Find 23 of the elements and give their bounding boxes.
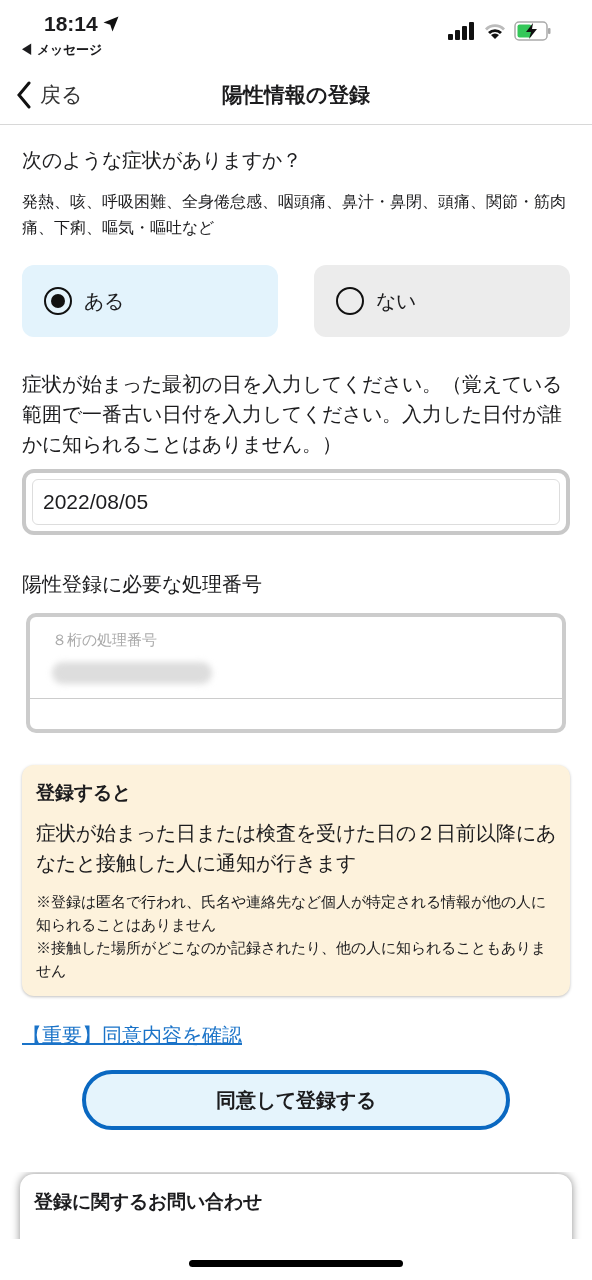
processing-number-label: 陽性登録に必要な処理番号 bbox=[22, 572, 263, 597]
chevron-left-icon bbox=[16, 80, 32, 109]
notice-body: 症状が始まった日または検査を受けた日の２日前以降にあなたと接触した人に通知が行きます bbox=[36, 820, 556, 876]
submit-button[interactable]: 同意して登録する bbox=[82, 1069, 510, 1130]
consent-link[interactable]: 【重要】同意内容を確認 bbox=[22, 1019, 242, 1050]
battery-charging-icon bbox=[514, 20, 552, 41]
notice-note: ※登録は匿名で行われ、氏名や連絡先など個人が特定される情報が他の人に知られることはありません bbox=[36, 891, 547, 935]
date-field[interactable]: 2022/08/05 bbox=[22, 469, 570, 535]
wifi-icon bbox=[484, 22, 506, 39]
radio-option[interactable]: ある bbox=[22, 265, 278, 337]
notice-title: 登録すると bbox=[36, 781, 132, 805]
back-to-app-link[interactable]: ◀ メッセージ bbox=[20, 39, 120, 59]
contact-title: 登録に関するお問い合わせ bbox=[34, 1189, 263, 1214]
symptom-question: 次のような症状がありますか？ bbox=[22, 148, 303, 173]
status-time: 18:14 bbox=[44, 11, 98, 37]
signal-icon bbox=[448, 21, 476, 40]
location-arrow-icon bbox=[101, 14, 120, 33]
page-title: 陽性情報の登録 bbox=[222, 81, 370, 108]
notice-note: ※接触した場所がどこなのか記録されたり、他の人に知られることもありません bbox=[36, 937, 547, 981]
radio-option[interactable]: ない bbox=[314, 265, 570, 337]
onset-prompt: 症状が始まった最初の日を入力してください。（覚えている範囲で一番古い日付を入力してください。入力した日付が誰かに知られることはありません。） bbox=[22, 372, 563, 457]
back-button[interactable]: 戻る bbox=[16, 78, 83, 111]
symptom-examples: 発熱、咳、呼吸困難、全身倦怠感、咽頭痛、鼻汁・鼻閉、頭痛、関節・筋肉痛、下痢、嘔気・嘔吐など bbox=[22, 192, 567, 238]
